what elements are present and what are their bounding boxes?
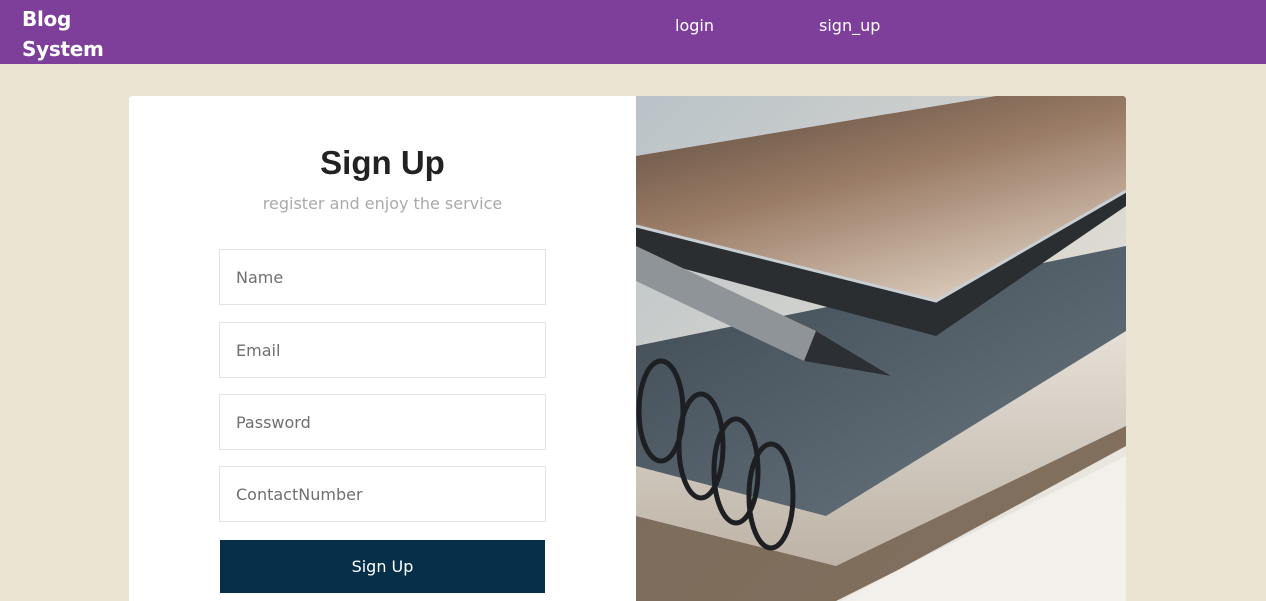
page-title: Sign Up [320,144,445,181]
hero-image [636,96,1126,601]
signup-form: Sign Up register and enjoy the service S… [129,96,636,601]
name-input[interactable] [219,249,546,305]
contact-number-input[interactable] [219,466,546,522]
brand-logo[interactable]: Blog System [22,4,142,64]
sign-up-button[interactable]: Sign Up [220,540,545,593]
email-input[interactable] [219,322,546,378]
nav-link-login[interactable]: login [675,16,714,36]
page-subtitle: register and enjoy the service [262,194,503,213]
signup-card: Sign Up register and enjoy the service S… [129,96,1126,601]
nav-link-sign-up[interactable]: sign_up [819,16,880,36]
top-navbar: Blog System login sign_up [0,0,1266,64]
notebook-phone-pencil-illustration [636,96,1126,601]
password-input[interactable] [219,394,546,450]
